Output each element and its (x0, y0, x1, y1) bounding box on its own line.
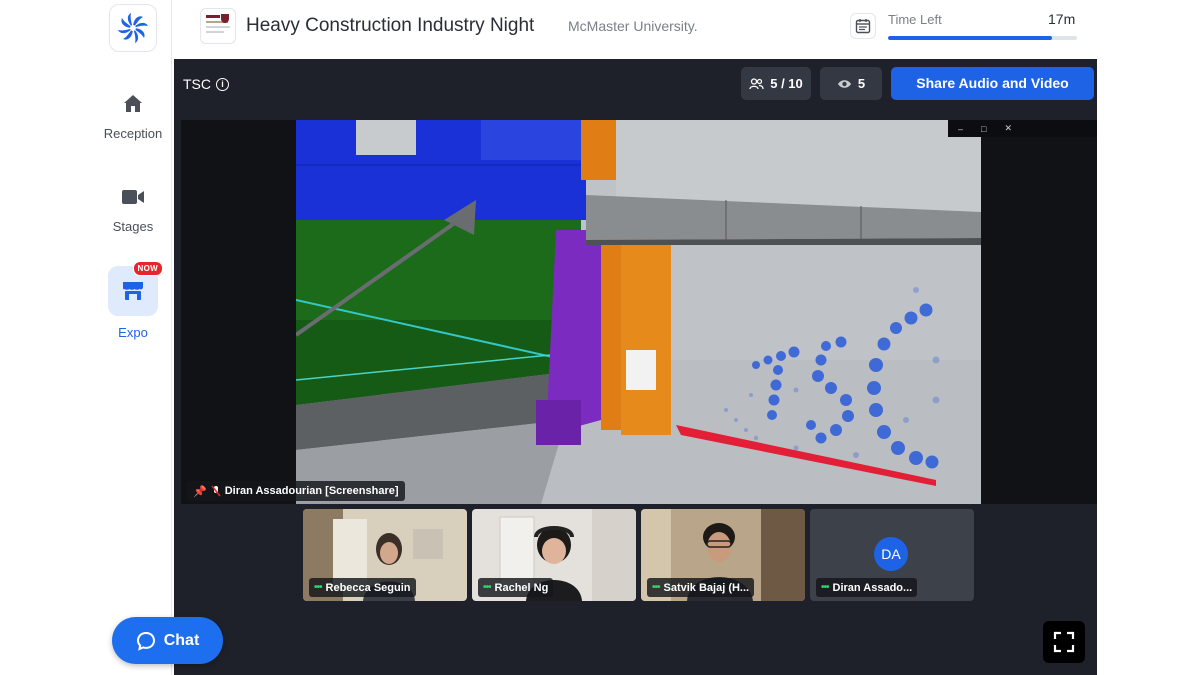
home-icon (124, 95, 142, 112)
participant-name-tag: ••• Rebecca Seguin (309, 578, 416, 597)
audio-level-icon: ••• (314, 582, 322, 593)
presenter-name: Diran Assadourian [Screenshare] (224, 485, 399, 497)
new-badge: NOW (132, 261, 163, 276)
mic-off-icon (211, 485, 221, 497)
fullscreen-icon (1053, 631, 1075, 653)
participant-name: Diran Assado... (832, 581, 913, 594)
eye-icon (837, 79, 851, 88)
pin-icon[interactable]: 📌 (193, 485, 207, 498)
minimize-icon[interactable]: – (958, 124, 963, 134)
video-camera-icon (122, 190, 144, 204)
maximize-icon[interactable]: □ (981, 124, 986, 134)
participant-name: Rachel Ng (494, 581, 549, 594)
stage-name: TSC i (183, 76, 229, 92)
time-left-value: 17m (1048, 11, 1076, 27)
event-header: Heavy Construction Industry Night McMast… (172, 0, 1200, 58)
participant-tile[interactable]: ••• Rachel Ng (472, 509, 636, 601)
sidebar-item-stages[interactable]: Stages (94, 185, 172, 234)
attendee-count-value: 5 / 10 (770, 76, 803, 91)
viewer-count-value: 5 (857, 76, 866, 91)
people-icon (749, 77, 764, 89)
participant-tile[interactable]: ••• Satvik Bajaj (H... (641, 509, 805, 601)
event-title: Heavy Construction Industry Night (246, 15, 535, 36)
university-logo (200, 8, 236, 44)
calendar-icon[interactable] (850, 13, 876, 39)
time-left-progress (888, 36, 1077, 40)
close-icon[interactable]: ✕ (1004, 123, 1012, 134)
fullscreen-button[interactable] (1043, 621, 1085, 663)
window-controls[interactable]: – □ ✕ (948, 120, 1097, 137)
participant-tile[interactable]: ••• Rebecca Seguin (303, 509, 467, 601)
event-organization: McMaster University. (568, 18, 698, 34)
chat-bubble-icon (136, 631, 155, 651)
sidebar-item-expo[interactable]: NOW Expo (94, 261, 172, 340)
share-audio-video-button[interactable]: Share Audio and Video (891, 67, 1094, 100)
expo-icon-box: NOW (108, 261, 163, 316)
stage-area: TSC i 5 / 10 5 Share Audio and Video TSC… (174, 59, 1097, 675)
time-left-progress-fill (888, 36, 1053, 40)
svg-text:TSC: TSC (896, 179, 898, 181)
time-left-label: Time Left (888, 12, 942, 27)
sidebar-item-label: Expo (118, 325, 148, 340)
participant-name-tag: ••• Diran Assado... (816, 578, 918, 597)
screenshare-content: TSC (296, 120, 981, 504)
attendee-count[interactable]: 5 / 10 (741, 67, 811, 100)
app-window: Reception Stages NOW Expo Heavy Construc… (0, 0, 1200, 675)
pinwheel-logo-icon[interactable] (109, 4, 157, 52)
audio-level-icon: ••• (483, 582, 491, 593)
presenter-label: 📌 Diran Assadourian [Screenshare] (187, 481, 405, 501)
chat-button[interactable]: Chat (112, 617, 223, 664)
avatar: DA (874, 537, 908, 571)
stage-name-text: TSC (183, 76, 211, 92)
sidebar-item-label: Reception (103, 126, 163, 141)
participant-name-tag: ••• Rachel Ng (478, 578, 554, 597)
participant-name: Rebecca Seguin (325, 581, 411, 594)
audio-level-icon: ••• (821, 582, 829, 593)
participant-tile[interactable]: DA ••• Diran Assado... (810, 509, 974, 601)
audio-level-icon: ••• (652, 582, 660, 593)
sidebar-item-reception[interactable]: Reception (94, 92, 172, 141)
participant-name: Satvik Bajaj (H... (663, 581, 750, 594)
sidebar-item-label: Stages (112, 219, 154, 234)
viewer-count[interactable]: 5 (820, 67, 882, 100)
info-icon[interactable]: i (216, 77, 229, 91)
chat-button-label: Chat (163, 631, 200, 649)
screenshare-view[interactable]: TSC – □ ✕ 📌 Diran Assadourian [Screensha… (181, 120, 1097, 504)
booth-icon (123, 282, 143, 300)
sidebar: Reception Stages NOW Expo (94, 0, 172, 675)
participant-name-tag: ••• Satvik Bajaj (H... (647, 578, 755, 597)
